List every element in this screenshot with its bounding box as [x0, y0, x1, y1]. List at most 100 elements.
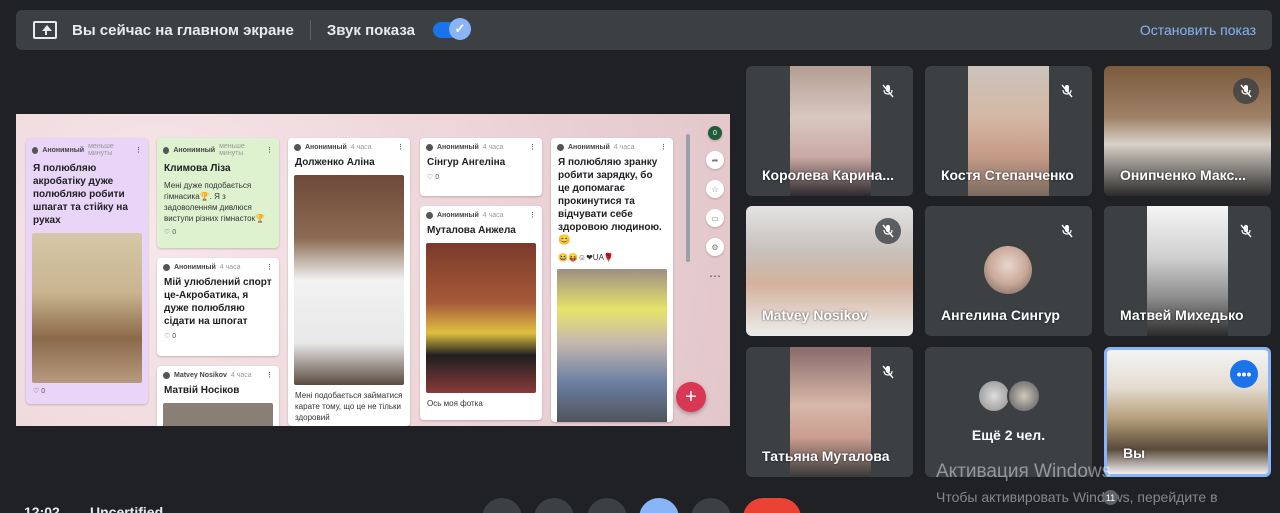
share-audio-toggle[interactable]: ✓ — [432, 18, 471, 40]
post-body: Мені дуже подобається гімнасика🏆. Я з за… — [164, 181, 266, 223]
participant-tile[interactable]: Татьяна Муталова — [746, 347, 913, 477]
meeting-clock: 12:02 — [24, 504, 60, 513]
avatar — [294, 143, 301, 151]
avatar — [426, 143, 433, 151]
participant-name: Матвей Михедько — [1120, 307, 1244, 323]
post-author: Анонимный — [174, 263, 216, 271]
post-card[interactable]: Анонимный 4 часа ⋮ Сінгур Ангеліна ♡ 0 — [420, 138, 542, 196]
avatar — [163, 263, 170, 271]
board-side-toolbar: 0 ➦ ☆ ▭ ⚙ ⋯ — [702, 126, 728, 296]
post-photo — [294, 175, 404, 385]
participant-name: Татьяна Муталова — [762, 448, 890, 464]
avatar — [984, 246, 1032, 294]
participant-tile[interactable]: Онипченко Макс... — [1104, 66, 1271, 196]
post-menu-icon[interactable]: ⋮ — [660, 143, 667, 151]
more-participants-avatars — [977, 379, 1041, 413]
participant-name: Королева Карина... — [762, 167, 895, 183]
post-time: 4 часа — [350, 143, 372, 151]
more-participants-label: Ещё 2 чел. — [971, 427, 1046, 443]
post-card[interactable]: Анонимный 4 часа ⋮ Мій улюблений спорт це-… — [157, 258, 279, 356]
settings-icon[interactable]: ⚙ — [706, 238, 724, 256]
post-time: 4 часа — [219, 263, 241, 271]
post-menu-icon[interactable]: ⋮ — [266, 146, 273, 154]
post-card[interactable]: Matvey Nosikov 4 часа ⋮ Матвій Носіков — [157, 366, 279, 426]
more-options-button[interactable] — [691, 498, 731, 513]
slideshow-icon[interactable]: ▭ — [706, 209, 724, 227]
post-photo — [557, 269, 667, 422]
participant-name: Matvey Nosikov — [762, 307, 868, 323]
post-photo — [32, 233, 142, 383]
avatar — [977, 379, 1011, 413]
mic-off-icon — [875, 218, 901, 244]
self-tile[interactable]: ••• Вы — [1104, 347, 1271, 477]
mic-off-icon — [875, 359, 901, 385]
post-likes[interactable]: ♡ 0 — [26, 383, 148, 399]
post-author: Анонимный — [437, 211, 479, 219]
present-button[interactable] — [639, 498, 679, 513]
post-body: Мені подобається займатися карате тому, … — [295, 391, 403, 422]
post-card[interactable]: Анонимный 4 часа ⋮ Муталова Анжела Ось моя… — [420, 206, 542, 420]
post-menu-icon[interactable]: ⋮ — [266, 371, 273, 379]
more-participants-tile[interactable]: Ещё 2 чел. — [925, 347, 1092, 477]
share-audio-label: Звук показа — [326, 21, 415, 39]
participant-tile[interactable]: Матвей Михедько — [1104, 206, 1271, 336]
post-title: Я полюбляю акробатіку дуже полюбляю роби… — [33, 163, 128, 226]
watermark-title: Активация Windows — [936, 461, 1112, 482]
stop-presenting-button[interactable]: Остановить показ — [1140, 22, 1256, 38]
share-icon[interactable]: ➦ — [706, 151, 724, 169]
notification-count-badge[interactable]: 0 — [708, 126, 722, 140]
shared-screen: Анонимный меньше минуты ⋮ Я полюбляю акроб… — [16, 114, 730, 426]
post-title: Климова Ліза — [164, 163, 231, 174]
present-screen-icon — [33, 21, 57, 39]
post-body: Ось моя фотка — [427, 399, 483, 408]
post-title: Сінгур Ангеліна — [427, 157, 506, 168]
more-options-icon[interactable]: ••• — [1230, 360, 1258, 388]
post-card[interactable]: Анонимный меньше минуты ⋮ Я полюбляю акроб… — [26, 138, 148, 404]
post-menu-icon[interactable]: ⋮ — [397, 143, 404, 151]
avatar — [163, 371, 170, 379]
checkmark-icon: ✓ — [448, 18, 471, 40]
raise-hand-button[interactable] — [587, 498, 627, 513]
post-menu-icon[interactable]: ⋮ — [135, 146, 142, 154]
post-likes[interactable]: ♡ 0 — [157, 224, 279, 240]
post-time: 4 часа — [613, 143, 635, 151]
board-scrollbar[interactable] — [686, 134, 690, 262]
post-author: Анонимный — [568, 143, 610, 151]
post-title: Мій улюблений спорт це-Акробатика, я дуж… — [164, 277, 272, 327]
post-card[interactable]: Анонимный 4 часа ⋮ Я полюбляю зранку робит… — [551, 138, 673, 422]
post-author: Анонимный — [437, 143, 479, 151]
post-card[interactable]: Анонимный 4 часа ⋮ Долженко Аліна Мені под… — [288, 138, 410, 426]
post-menu-icon[interactable]: ⋮ — [529, 143, 536, 151]
post-title: Муталова Анжела — [427, 225, 516, 236]
avatar — [32, 146, 39, 154]
presenting-banner: Вы сейчас на главном экране Звук показа … — [16, 10, 1272, 50]
mic-button[interactable] — [482, 498, 522, 513]
post-photo — [163, 403, 273, 426]
participant-name: Онипченко Макс... — [1120, 167, 1246, 183]
post-likes[interactable]: ♡ 0 — [157, 328, 279, 344]
banner-divider — [309, 20, 311, 40]
participant-name: Ангелина Сингур — [941, 307, 1060, 323]
post-time: меньше минуты — [219, 143, 245, 157]
star-icon[interactable]: ☆ — [706, 180, 724, 198]
post-menu-icon[interactable]: ⋮ — [266, 263, 273, 271]
post-author: Matvey Nosikov — [174, 371, 227, 379]
post-likes[interactable]: ♡ 0 — [420, 169, 542, 185]
participant-name: Костя Степанченко — [941, 167, 1074, 183]
post-card[interactable]: Анонимный меньше минуты ⋮ Климова Ліза Мен… — [157, 138, 279, 248]
more-icon[interactable]: ⋯ — [706, 267, 724, 285]
post-menu-icon[interactable]: ⋮ — [529, 211, 536, 219]
participant-tile[interactable]: Королева Карина... — [746, 66, 913, 196]
participant-tile[interactable]: Костя Степанченко — [925, 66, 1092, 196]
end-call-button[interactable] — [743, 498, 801, 513]
post-photo — [426, 243, 536, 393]
post-time: 4 часа — [482, 143, 504, 151]
avatar — [163, 146, 170, 154]
post-author: Анонимный — [173, 146, 216, 154]
camera-button[interactable] — [534, 498, 574, 513]
participant-tile[interactable]: Matvey Nosikov — [746, 206, 913, 336]
add-post-button[interactable]: + — [676, 382, 706, 412]
participant-tile[interactable]: Ангелина Сингур — [925, 206, 1092, 336]
post-author: Анонимный — [42, 146, 85, 154]
post-time: 4 часа — [230, 371, 252, 379]
